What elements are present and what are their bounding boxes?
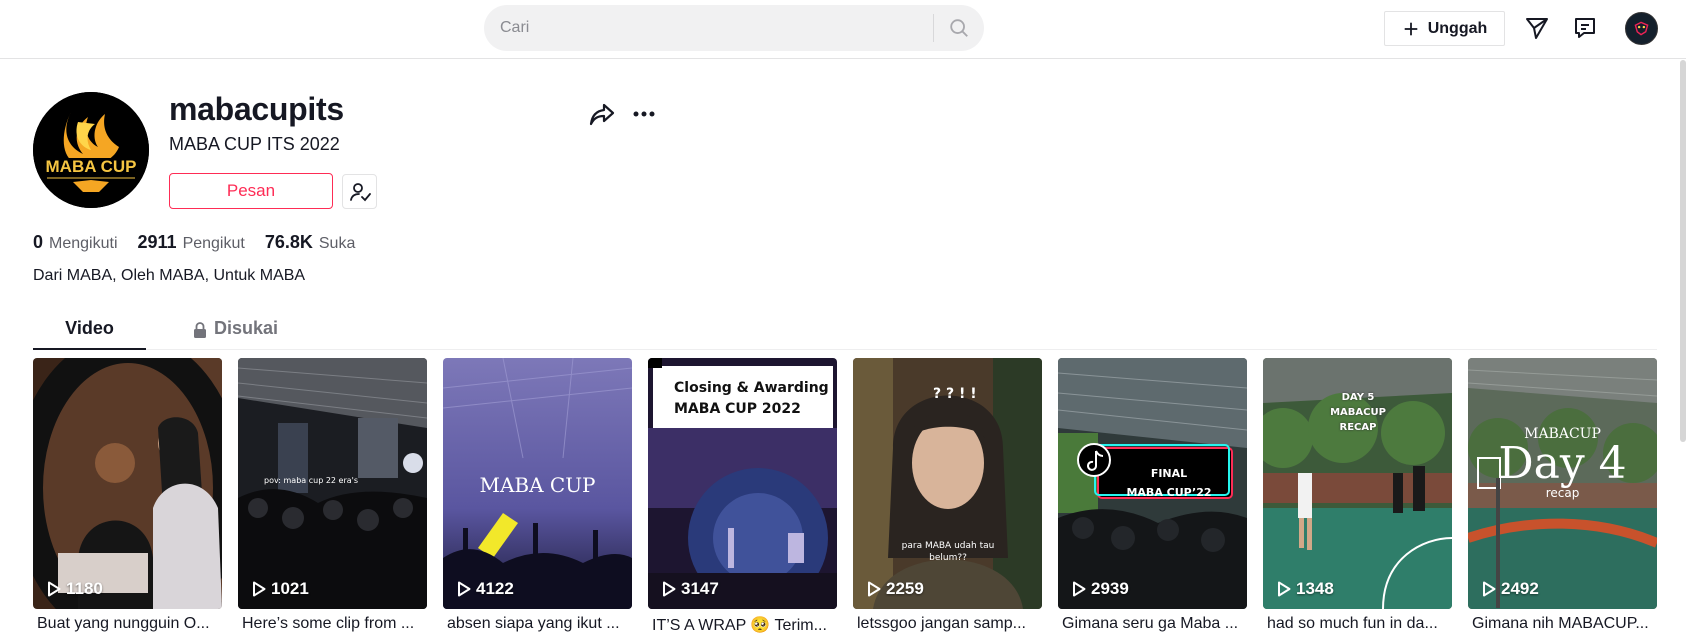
thumbnail-overlay-text: para MABA udah tau belum??: [901, 541, 995, 563]
profile-bio: Dari MABA, Oleh MABA, Untuk MABA: [33, 267, 306, 284]
followers-label: Pengikut: [182, 235, 245, 252]
share-profile-button[interactable]: [588, 100, 616, 128]
play-icon: [1483, 581, 1496, 597]
tab-video[interactable]: Video: [33, 308, 146, 350]
play-icon: [48, 581, 61, 597]
tab-liked-label: Disukai: [213, 318, 279, 338]
profile-username: mabacupits: [169, 91, 344, 127]
inbox-icon: [1575, 18, 1595, 38]
video-view-count: 2259: [867, 579, 924, 599]
thumbnail-overlay-text: pov: maba cup 22 era's: [264, 476, 359, 485]
avatar-image-icon: [1626, 13, 1657, 44]
following-count: 0: [33, 232, 44, 252]
video-view-count: 3147: [662, 579, 719, 599]
lock-icon: [193, 322, 206, 338]
video-card[interactable]: pov: maba cup 22 era's 1021: [238, 358, 427, 609]
play-icon: [458, 581, 471, 597]
more-options-button[interactable]: [630, 100, 658, 128]
video-view-count: 2939: [1072, 579, 1129, 599]
play-icon: [663, 581, 676, 597]
thumbnail-overlay-text: ? ? ! !: [933, 386, 977, 402]
thumbnail-overlay-text: FINAL MABA CUP’22: [1126, 467, 1212, 499]
video-card[interactable]: ? ? ! ! para MABA udah tau belum?? 2259: [853, 358, 1042, 609]
video-view-count: 4122: [457, 579, 514, 599]
tab-video-label: Video: [65, 318, 114, 338]
video-caption[interactable]: Gimana seru ga Maba ...: [1058, 615, 1247, 633]
followers-stat[interactable]: 2911 Pengikut: [138, 232, 245, 253]
following-stat[interactable]: 0 Mengikuti: [33, 232, 118, 253]
profile-tabs: Video Disukai: [33, 308, 1657, 350]
video-thumbnail: [33, 358, 222, 609]
search-input[interactable]: [484, 5, 933, 51]
tab-active-indicator: [33, 348, 146, 350]
thumbnail-overlay-text: MABACUP Day 4 recap: [1498, 426, 1627, 500]
profile-avatar: MABA CUP: [33, 92, 149, 208]
video-card[interactable]: MABA CUP 4122: [443, 358, 632, 609]
video-view-count: 1021: [252, 579, 309, 599]
video-card[interactable]: Closing & Awarding MABA CUP 2022 3147: [648, 358, 837, 609]
tab-liked[interactable]: Disukai: [175, 308, 295, 350]
play-icon: [1278, 581, 1291, 597]
messages-button[interactable]: [1523, 14, 1551, 42]
video-caption[interactable]: Gimana nih MABACUP...: [1468, 615, 1657, 633]
profile-nickname: MABA CUP ITS 2022: [169, 134, 340, 154]
search-icon: [950, 19, 968, 37]
followers-count: 2911: [137, 232, 177, 252]
follow-toggle-button[interactable]: [342, 174, 377, 209]
likes-count: 76.8K: [264, 232, 313, 252]
video-view-count: 1180: [47, 579, 103, 599]
profile-stats: 0 Mengikuti 2911 Pengikut 76.8K Suka: [33, 232, 375, 253]
play-icon: [1073, 581, 1086, 597]
top-header: Unggah: [0, 0, 1686, 59]
video-caption[interactable]: had so much fun in da...: [1263, 615, 1452, 633]
upload-label: Unggah: [1427, 19, 1488, 37]
thumbnail-overlay-text: MABA CUP: [479, 473, 596, 497]
video-caption[interactable]: Buat yang nungguin O...: [33, 615, 222, 633]
more-icon: [633, 111, 655, 117]
video-caption[interactable]: letssgoo jangan samp...: [853, 615, 1042, 633]
video-card[interactable]: MABACUP Day 4 recap 2492: [1468, 358, 1657, 609]
inbox-button[interactable]: [1571, 14, 1599, 42]
svg-text:MABA CUP: MABA CUP: [46, 157, 137, 176]
plus-icon: [1404, 22, 1418, 35]
page-scrollbar[interactable]: [1680, 60, 1686, 442]
share-icon: [589, 103, 615, 126]
maba-cup-logo-icon: MABA CUP: [33, 92, 149, 208]
play-icon: [868, 581, 881, 597]
video-card[interactable]: DAY 5 MABACUP RECAP 1348: [1263, 358, 1452, 609]
user-check-icon: [349, 182, 371, 201]
search-button[interactable]: [934, 5, 984, 51]
video-card[interactable]: 1180: [33, 358, 222, 609]
message-button[interactable]: Pesan: [169, 173, 333, 209]
video-caption[interactable]: absen siapa yang ikut ...: [443, 615, 632, 633]
video-card[interactable]: FINAL MABA CUP’22 2939: [1058, 358, 1247, 609]
user-avatar[interactable]: [1625, 12, 1658, 45]
likes-stat: 76.8K Suka: [265, 232, 356, 253]
thumbnail-overlay-text: Closing & Awarding MABA CUP 2022: [674, 380, 829, 417]
following-label: Mengikuti: [49, 235, 118, 252]
search-bar: [484, 5, 984, 51]
upload-button[interactable]: Unggah: [1384, 11, 1505, 46]
video-view-count: 2492: [1482, 579, 1539, 599]
video-view-count: 1348: [1277, 579, 1334, 599]
play-icon: [253, 581, 266, 597]
likes-label: Suka: [318, 235, 356, 252]
video-caption[interactable]: Here’s some clip from ...: [238, 615, 427, 633]
video-caption[interactable]: IT’S A WRAP 🥺 Terim...: [648, 615, 837, 635]
send-icon: [1526, 18, 1548, 39]
thumbnail-overlay-text: DAY 5 MABACUP RECAP: [1330, 392, 1386, 433]
